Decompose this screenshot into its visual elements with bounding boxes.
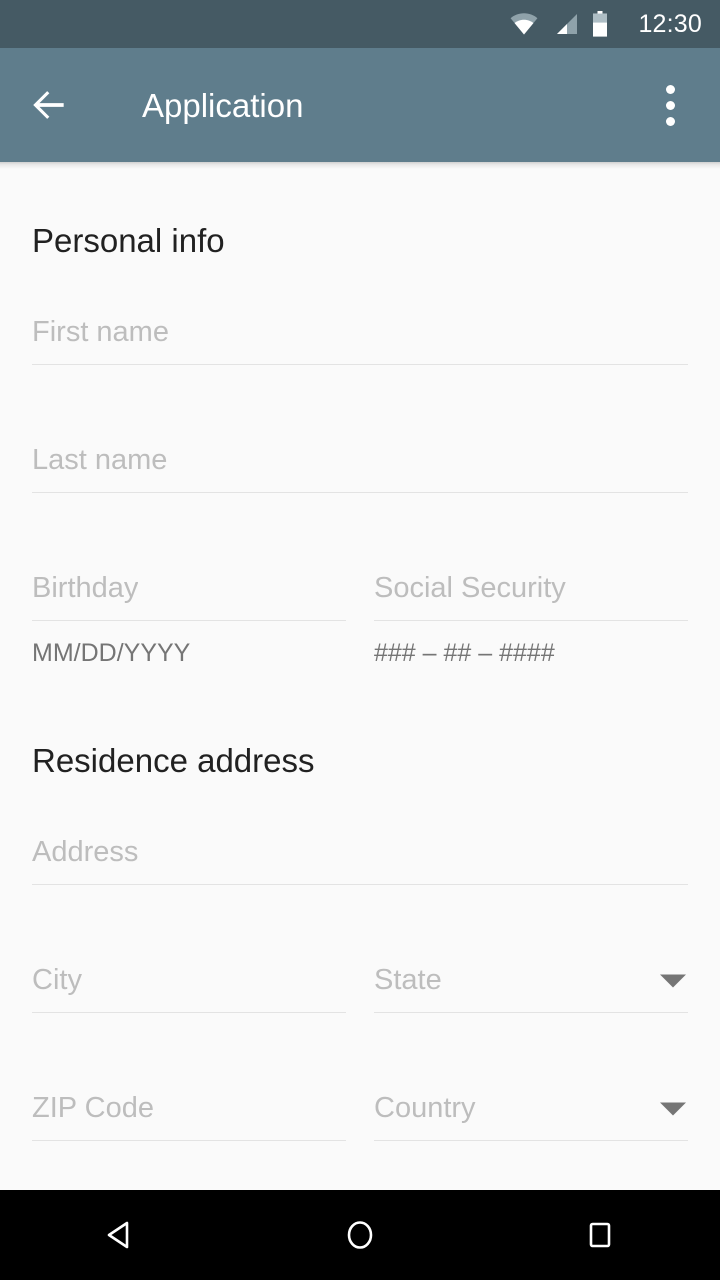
nav-home-button[interactable] — [300, 1190, 420, 1280]
section-title-residence-address: Residence address — [32, 742, 315, 779]
nav-recents-button[interactable] — [540, 1190, 660, 1280]
field-row-city-state: City State — [32, 949, 688, 1013]
birthday-helper-text: MM/DD/YYYY — [32, 639, 191, 667]
city-placeholder: City — [32, 966, 82, 995]
zip-code-input[interactable]: ZIP Code — [32, 1077, 346, 1141]
battery-icon — [593, 11, 608, 37]
triangle-back-icon — [107, 1221, 129, 1249]
address-input[interactable]: Address — [32, 821, 688, 885]
field-address[interactable]: Address — [32, 821, 688, 885]
back-button[interactable] — [12, 48, 86, 162]
page-title: Application — [142, 86, 304, 124]
status-bar-clock: 12:30 — [638, 9, 702, 38]
state-dropdown[interactable]: State — [374, 949, 688, 1013]
more-vertical-icon-dot-1 — [665, 84, 675, 94]
field-birthday[interactable]: Birthday MM/DD/YYYY — [32, 557, 346, 666]
last-name-placeholder: Last name — [32, 446, 168, 475]
state-placeholder: State — [374, 966, 442, 995]
country-dropdown[interactable]: Country — [374, 1077, 688, 1141]
android-navigation-bar — [0, 1190, 720, 1280]
country-placeholder: Country — [374, 1094, 476, 1123]
field-state[interactable]: State — [374, 949, 688, 1013]
form-content: Personal info First name Last name Birth… — [0, 224, 720, 1141]
address-placeholder: Address — [32, 838, 139, 867]
field-first-name[interactable]: First name — [32, 301, 688, 365]
birthday-placeholder: Birthday — [32, 574, 139, 603]
field-social-security[interactable]: Social Security ### – ## – #### — [374, 557, 688, 666]
field-row-birthday-ssn: Birthday MM/DD/YYYY Social Security ### … — [32, 557, 688, 666]
cellular-signal-icon — [557, 14, 578, 34]
chevron-down-icon[interactable] — [660, 974, 686, 987]
nav-back-button[interactable] — [60, 1190, 180, 1280]
more-vertical-icon-dot-2 — [665, 100, 675, 110]
chevron-down-icon[interactable] — [660, 1102, 686, 1115]
phone-screen: 12:30 Application Personal info First na… — [0, 0, 720, 1280]
first-name-input[interactable]: First name — [32, 301, 688, 365]
last-name-input[interactable]: Last name — [32, 429, 688, 493]
form-scroll-container[interactable]: Personal info First name Last name Birth… — [0, 162, 720, 1190]
circle-home-icon — [347, 1221, 373, 1249]
section-title-personal-info: Personal info — [32, 222, 225, 259]
zip-code-placeholder: ZIP Code — [32, 1094, 154, 1123]
more-vertical-icon-dot-3 — [665, 116, 675, 126]
field-row-address: Address — [32, 821, 688, 885]
field-row-last-name: Last name — [32, 429, 688, 493]
social-security-helper-text: ### – ## – #### — [374, 639, 555, 667]
arrow-left-icon — [33, 91, 64, 119]
more-options-button[interactable] — [634, 48, 706, 162]
first-name-placeholder: First name — [32, 318, 169, 347]
square-recents-icon — [589, 1222, 611, 1248]
field-city[interactable]: City — [32, 949, 346, 1013]
social-security-placeholder: Social Security — [374, 574, 566, 603]
field-last-name[interactable]: Last name — [32, 429, 688, 493]
social-security-input[interactable]: Social Security — [374, 557, 688, 621]
field-country[interactable]: Country — [374, 1077, 688, 1141]
field-zip-code[interactable]: ZIP Code — [32, 1077, 346, 1141]
field-row-first-name: First name — [32, 301, 688, 365]
wifi-icon — [511, 13, 538, 35]
field-row-zip-country: ZIP Code Country — [32, 1077, 688, 1141]
status-bar-icons: 12:30 — [510, 11, 702, 37]
city-input[interactable]: City — [32, 949, 346, 1013]
status-bar: 12:30 — [0, 0, 720, 48]
birthday-input[interactable]: Birthday — [32, 557, 346, 621]
app-bar: Application — [0, 48, 720, 169]
